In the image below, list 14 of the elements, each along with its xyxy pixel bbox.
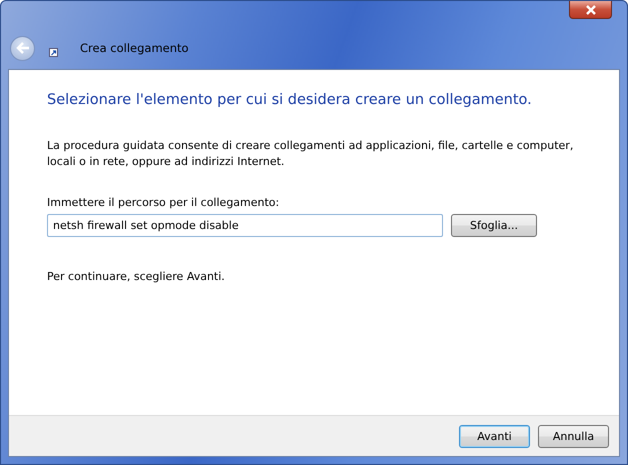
cancel-button[interactable]: Annulla <box>538 424 609 448</box>
description-text: La procedura guidata consente di creare collegamenti ad applicazioni, file, cartelle e computer, locali o in rete, oppure ad indirizzi Internet. <box>47 138 574 170</box>
back-button[interactable] <box>10 36 35 60</box>
page-heading: Selezionare l'elemento per cui si desidera creare un collegamento. <box>47 92 533 108</box>
back-arrow-icon <box>14 41 30 55</box>
window-title: Crea collegamento <box>80 41 189 55</box>
close-icon <box>584 4 596 14</box>
browse-button[interactable]: Sfoglia... <box>451 214 537 237</box>
field-label: Immettere il percorso per il collegamento: <box>47 196 280 209</box>
close-button[interactable] <box>569 1 612 19</box>
shortcut-icon <box>49 48 58 56</box>
hint-text: Per continuare, scegliere Avanti. <box>47 270 226 283</box>
path-input-field[interactable]: netsh firewall set opmode disable <box>47 214 443 237</box>
next-button[interactable]: Avanti <box>459 424 530 448</box>
